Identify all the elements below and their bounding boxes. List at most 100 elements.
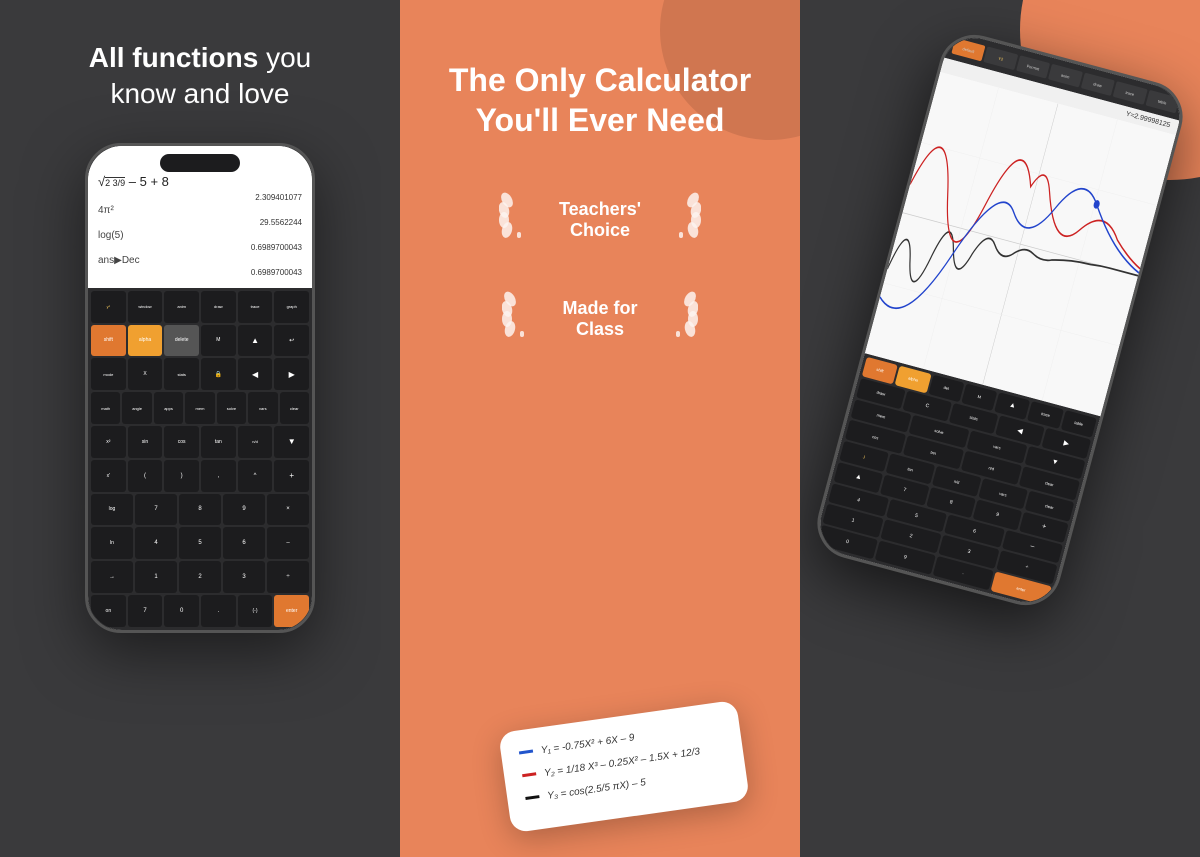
btn-cos[interactable]: cos	[164, 426, 199, 458]
btn-arrow[interactable]: →	[91, 561, 133, 593]
btn-draw[interactable]: draw	[201, 291, 236, 323]
calc-row-menu: y¹ window anim draw trace graph	[91, 291, 309, 323]
btn-vars[interactable]: vars	[248, 392, 277, 424]
btn-left[interactable]: ◀	[238, 358, 273, 390]
btn-open-paren[interactable]: (	[128, 460, 163, 492]
btn-7[interactable]: 7	[135, 494, 177, 526]
btn-right[interactable]: ▶	[274, 358, 309, 390]
btn-1[interactable]: 1	[135, 561, 177, 593]
calc-row-3: math angle apps mem solve vars clear	[91, 392, 309, 424]
calc-expr-0: √2 3/9 – 5 + 8	[98, 174, 302, 189]
btn-down[interactable]: ▼	[274, 426, 309, 458]
badge-row-2: Made for Class	[502, 289, 697, 348]
btn-m[interactable]: M	[201, 325, 236, 357]
btn-clear[interactable]: clear	[280, 392, 309, 424]
btn-minus[interactable]: –	[267, 527, 309, 559]
topbar-btn-default[interactable]: default	[951, 38, 985, 62]
btn-graph[interactable]: graph	[274, 291, 309, 323]
topbar-btn-table[interactable]: table	[1145, 90, 1179, 114]
panel-center-title: The Only Calculator You'll Ever Need	[449, 60, 751, 140]
calc-row-9: on 7 0 . (-) enter	[91, 595, 309, 627]
eq3-formula: Y₃ = cos(2.5/5 πX) – 5	[546, 775, 646, 804]
btn-6[interactable]: 6	[223, 527, 265, 559]
btn-plus[interactable]: +	[274, 460, 309, 492]
btn-alpha[interactable]: alpha	[128, 325, 163, 357]
calc-row-8: → 1 2 3 ÷	[91, 561, 309, 593]
btn-tan[interactable]: tan	[201, 426, 236, 458]
btn-stats[interactable]: stats	[164, 358, 199, 390]
eq1-color-dot	[519, 750, 533, 755]
panel-left: All functions youknow and love √2 3/9 – …	[0, 0, 400, 857]
phone-mockup-right: default Y2 Format anim draw trace table …	[809, 27, 1190, 613]
topbar-btn-anim2[interactable]: anim	[1048, 64, 1082, 88]
btn-2[interactable]: 2	[179, 561, 221, 593]
calc-row-7: ln 4 5 6 –	[91, 527, 309, 559]
btn-mem[interactable]: mem	[185, 392, 214, 424]
btn-0[interactable]: 0	[164, 595, 199, 627]
btn-5[interactable]: 5	[179, 527, 221, 559]
topbar-btn-format[interactable]: Format	[1016, 55, 1050, 79]
btn-multiply[interactable]: ×	[267, 494, 309, 526]
calc-expr-2: log(5)	[98, 230, 302, 241]
topbar-btn-draw2[interactable]: draw	[1080, 72, 1114, 96]
btn-ln[interactable]: ln	[91, 527, 133, 559]
calc-keyboard-left: y¹ window anim draw trace graph shift al…	[88, 288, 312, 630]
calc-result-1: 29.5562244	[98, 218, 302, 227]
calc-expr-1: 4π²	[98, 205, 302, 216]
btn-math[interactable]: math	[91, 392, 120, 424]
calc-result-3: 0.6989700043	[98, 268, 302, 277]
calc-result-0: 2.309401077	[98, 193, 302, 202]
btn-close-paren[interactable]: )	[164, 460, 199, 492]
btn-8[interactable]: 8	[179, 494, 221, 526]
badge-label-1: Teachers' Choice	[559, 199, 641, 241]
btn-anim[interactable]: anim	[164, 291, 199, 323]
btn-neg[interactable]: (-)	[238, 595, 273, 627]
btn-sin[interactable]: sin	[128, 426, 163, 458]
btn-apps[interactable]: apps	[154, 392, 183, 424]
calc-row-2: mode X stats 🔒 ◀ ▶	[91, 358, 309, 390]
btn-on[interactable]: on	[91, 595, 126, 627]
btn-trace[interactable]: trace	[238, 291, 273, 323]
btn-delete[interactable]: delete	[164, 325, 199, 357]
eq2-color-dot	[522, 772, 536, 777]
btn-back[interactable]: ↩	[274, 325, 309, 357]
btn-4[interactable]: 4	[135, 527, 177, 559]
btn-power[interactable]: ^	[238, 460, 273, 492]
btn-x[interactable]: X	[128, 358, 163, 390]
btn-x-var[interactable]: x'	[91, 460, 126, 492]
btn-enter[interactable]: enter	[274, 595, 309, 627]
badge-row-1: Teachers' Choice	[499, 190, 701, 249]
btn-window[interactable]: window	[128, 291, 163, 323]
btn-mode[interactable]: mode	[91, 358, 126, 390]
panel-center: The Only Calculator You'll Ever Need Tea…	[400, 0, 800, 857]
calc-row-6: log 7 8 9 ×	[91, 494, 309, 526]
phone-mockup-left: √2 3/9 – 5 + 8 2.309401077 4π² 29.556224…	[85, 143, 315, 633]
calc-row-5: x' ( ) , ^ +	[91, 460, 309, 492]
btn-comma[interactable]: ,	[201, 460, 236, 492]
laurel-right-2	[658, 289, 698, 348]
btn-log[interactable]: log	[91, 494, 133, 526]
calc-row-shift: shift alpha delete M ▲ ↩	[91, 325, 309, 357]
btn-nid[interactable]: n/d	[238, 426, 273, 458]
btn-7b[interactable]: 7	[128, 595, 163, 627]
phone-notch	[160, 154, 240, 172]
btn-angle[interactable]: angle	[122, 392, 151, 424]
btn-3[interactable]: 3	[223, 561, 265, 593]
btn-x2[interactable]: x²	[91, 426, 126, 458]
btn-y1[interactable]: y¹	[91, 291, 126, 323]
btn-up[interactable]: ▲	[238, 325, 273, 357]
panel-right: default Y2 Format anim draw trace table …	[800, 0, 1200, 857]
eq1-formula: Y₁ = -0.75X² + 6X – 9	[540, 730, 635, 758]
laurel-right-1	[661, 190, 701, 249]
btn-9[interactable]: 9	[223, 494, 265, 526]
btn-dot[interactable]: .	[201, 595, 236, 627]
calc-row-4: x² sin cos tan n/d ▼	[91, 426, 309, 458]
btn-shift[interactable]: shift	[91, 325, 126, 357]
badge-label-2: Made for Class	[562, 298, 637, 340]
panel-left-heading: All functions youknow and love	[59, 40, 341, 113]
btn-divide[interactable]: ÷	[267, 561, 309, 593]
btn-lock[interactable]: 🔒	[201, 358, 236, 390]
topbar-btn-y2[interactable]: Y2	[984, 47, 1018, 71]
topbar-btn-trace2[interactable]: trace	[1113, 81, 1147, 105]
btn-solve[interactable]: solve	[217, 392, 246, 424]
